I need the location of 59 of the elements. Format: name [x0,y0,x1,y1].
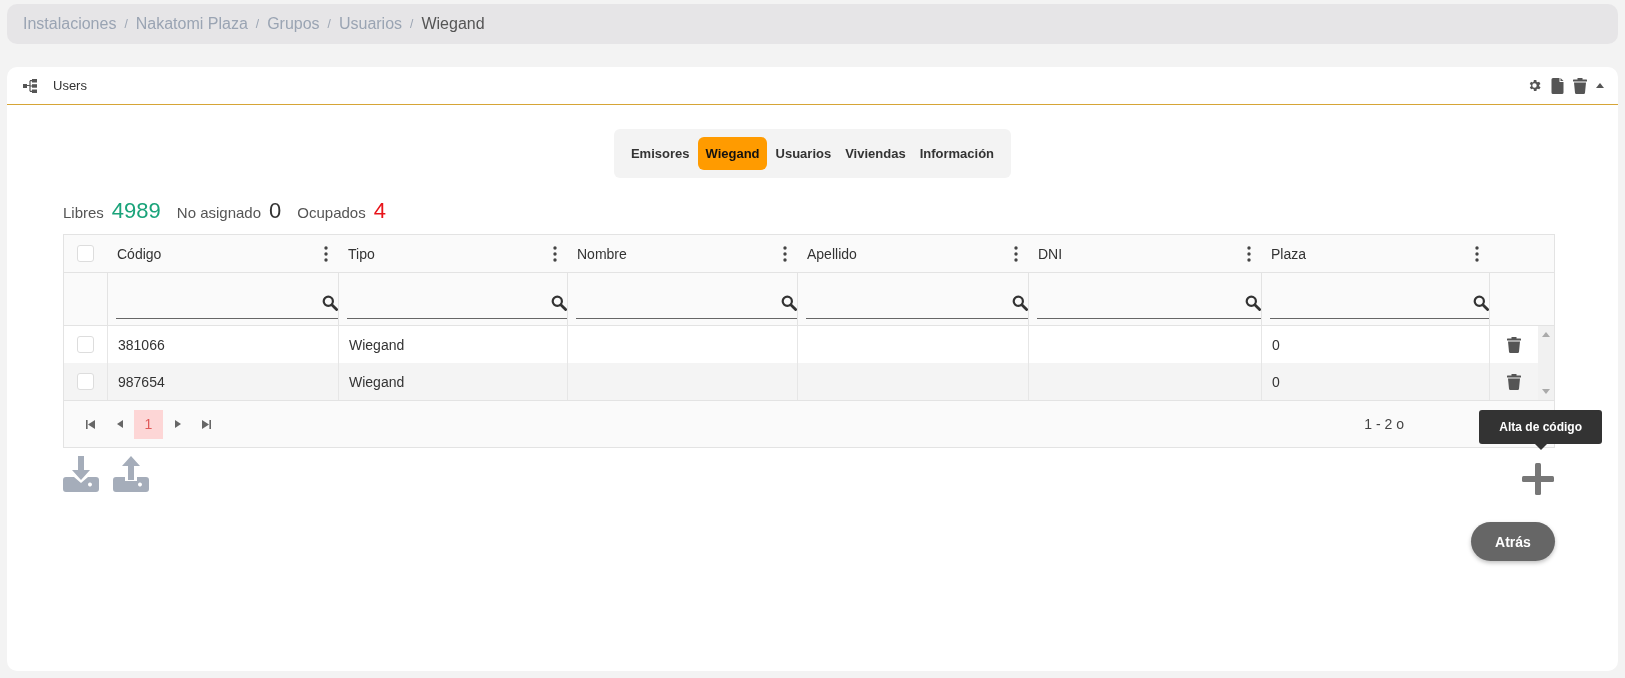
search-icon[interactable] [1245,294,1261,311]
counter-value: 4989 [111,198,161,224]
column-menu-icon[interactable] [553,245,557,262]
counter-value: 0 [269,198,282,224]
add-code-button[interactable] [1520,461,1555,496]
panel-title: Users [53,78,87,93]
breadcrumb-separator: / [410,17,414,31]
first-page-icon[interactable] [86,419,95,429]
previous-page-icon[interactable] [116,420,123,428]
last-page-icon[interactable] [202,419,211,429]
tab[interactable]: Información [914,137,1000,170]
column-menu-icon[interactable] [1247,245,1251,262]
table-cell: 0 [1272,373,1280,390]
column-menu-icon[interactable] [783,245,787,262]
column-menu-icon[interactable] [324,245,328,262]
table-cell: Wiegand [349,373,405,390]
tab[interactable]: Usuarios [770,137,837,170]
tab[interactable]: Wiegand [698,137,767,170]
search-icon[interactable] [1012,294,1028,311]
counter-label: Libres [63,204,104,221]
table-cell: 987654 [118,373,165,390]
checkbox[interactable] [77,336,94,353]
table-cell: 381066 [118,336,165,353]
document-icon[interactable] [1551,77,1564,94]
column-header: Código [117,245,162,262]
column-header: Nombre [577,245,627,262]
tooltip: Alta de código [1479,410,1602,450]
search-icon[interactable] [1473,294,1489,311]
tab[interactable]: Viviendas [840,137,911,170]
column-header: Tipo [348,245,375,262]
delete-icon[interactable] [1507,373,1521,390]
delete-icon[interactable] [1507,336,1521,353]
hierarchy-icon [23,78,37,93]
counter-label: Ocupados [297,204,366,221]
trash-icon[interactable] [1573,77,1587,94]
pagination-summary: 1 - 2 o [1364,416,1404,432]
back-button[interactable]: Atrás [1471,522,1555,561]
table-cell: 0 [1272,336,1280,353]
settings-icon[interactable] [1527,78,1542,93]
counter-value: 4 [373,198,386,224]
column-header: Plaza [1271,245,1307,262]
next-page-icon[interactable] [174,420,181,428]
checkbox[interactable] [77,245,94,262]
column-header: DNI [1038,245,1063,262]
search-icon[interactable] [322,294,338,311]
column-menu-icon[interactable] [1475,245,1479,262]
column-menu-icon[interactable] [1014,245,1018,262]
tab[interactable]: Emisores [625,137,695,170]
checkbox[interactable] [77,373,94,390]
breadcrumb-separator: / [255,17,260,31]
breadcrumb-current: Wiegand [421,15,485,33]
breadcrumb-separator: / [327,17,331,31]
counter-label: No asignado [176,204,262,221]
column-header: Apellido [807,245,857,262]
collapse-caret-icon[interactable] [1596,83,1604,88]
breadcrumb-separator: / [124,17,128,31]
search-icon[interactable] [781,294,797,311]
table-cell: Wiegand [349,336,405,353]
search-icon[interactable] [551,294,567,311]
